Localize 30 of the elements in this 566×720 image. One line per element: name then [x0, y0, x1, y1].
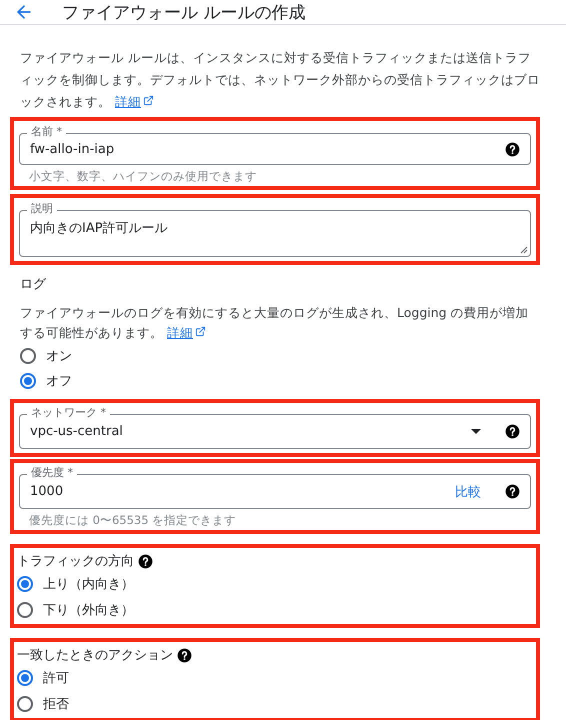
- compare-link[interactable]: 比較: [455, 482, 481, 500]
- page-title: ファイアウォール ルールの作成: [62, 2, 306, 24]
- logs-description: ファイアウォールのログを有効にすると大量のログが生成され、Logging の費用が増加する可能性があります。 詳細: [20, 304, 530, 342]
- learn-more-link[interactable]: 詳細: [167, 325, 193, 340]
- field-hint: 優先度には 0〜65535 を指定できます: [28, 512, 238, 527]
- field-hint: 小文字、数字、ハイフンのみ使用できます: [28, 168, 258, 183]
- dropdown-caret-icon: [471, 429, 481, 434]
- resize-handle-icon[interactable]: [520, 246, 528, 254]
- help-icon[interactable]: [505, 142, 520, 156]
- intro-text: ファイアウォール ルールは、インスタンスに対する受信トラフィックまたは送信トラフィックを制御します。デフォルトでは、ネットワーク外部からの受信トラフィックはブロックされます。 詳細: [20, 49, 540, 111]
- radio-option[interactable]: 許可: [17, 665, 69, 690]
- section-heading: トラフィックの方向: [17, 553, 134, 570]
- section-heading: ログ: [20, 276, 48, 293]
- radio-option[interactable]: 拒否: [17, 691, 69, 716]
- help-icon[interactable]: [138, 554, 153, 568]
- field-label: 名前 *: [27, 125, 66, 139]
- radio-option[interactable]: オン: [20, 343, 72, 368]
- help-icon[interactable]: [177, 648, 192, 662]
- field-label: ネットワーク *: [27, 406, 110, 420]
- radio-option[interactable]: 上り（内向き）: [17, 571, 134, 596]
- learn-more-link[interactable]: 詳細: [115, 94, 141, 109]
- field-label: 優先度 *: [27, 466, 77, 480]
- external-link-icon: [195, 326, 206, 337]
- field-label: 説明: [27, 202, 57, 216]
- help-icon[interactable]: [505, 424, 520, 439]
- external-link-icon: [143, 95, 154, 106]
- section-heading: 一致したときのアクション: [17, 647, 173, 664]
- radio-option[interactable]: 下り（外向き）: [17, 597, 134, 622]
- radio-option[interactable]: オフ: [20, 368, 72, 393]
- help-icon[interactable]: [505, 484, 520, 499]
